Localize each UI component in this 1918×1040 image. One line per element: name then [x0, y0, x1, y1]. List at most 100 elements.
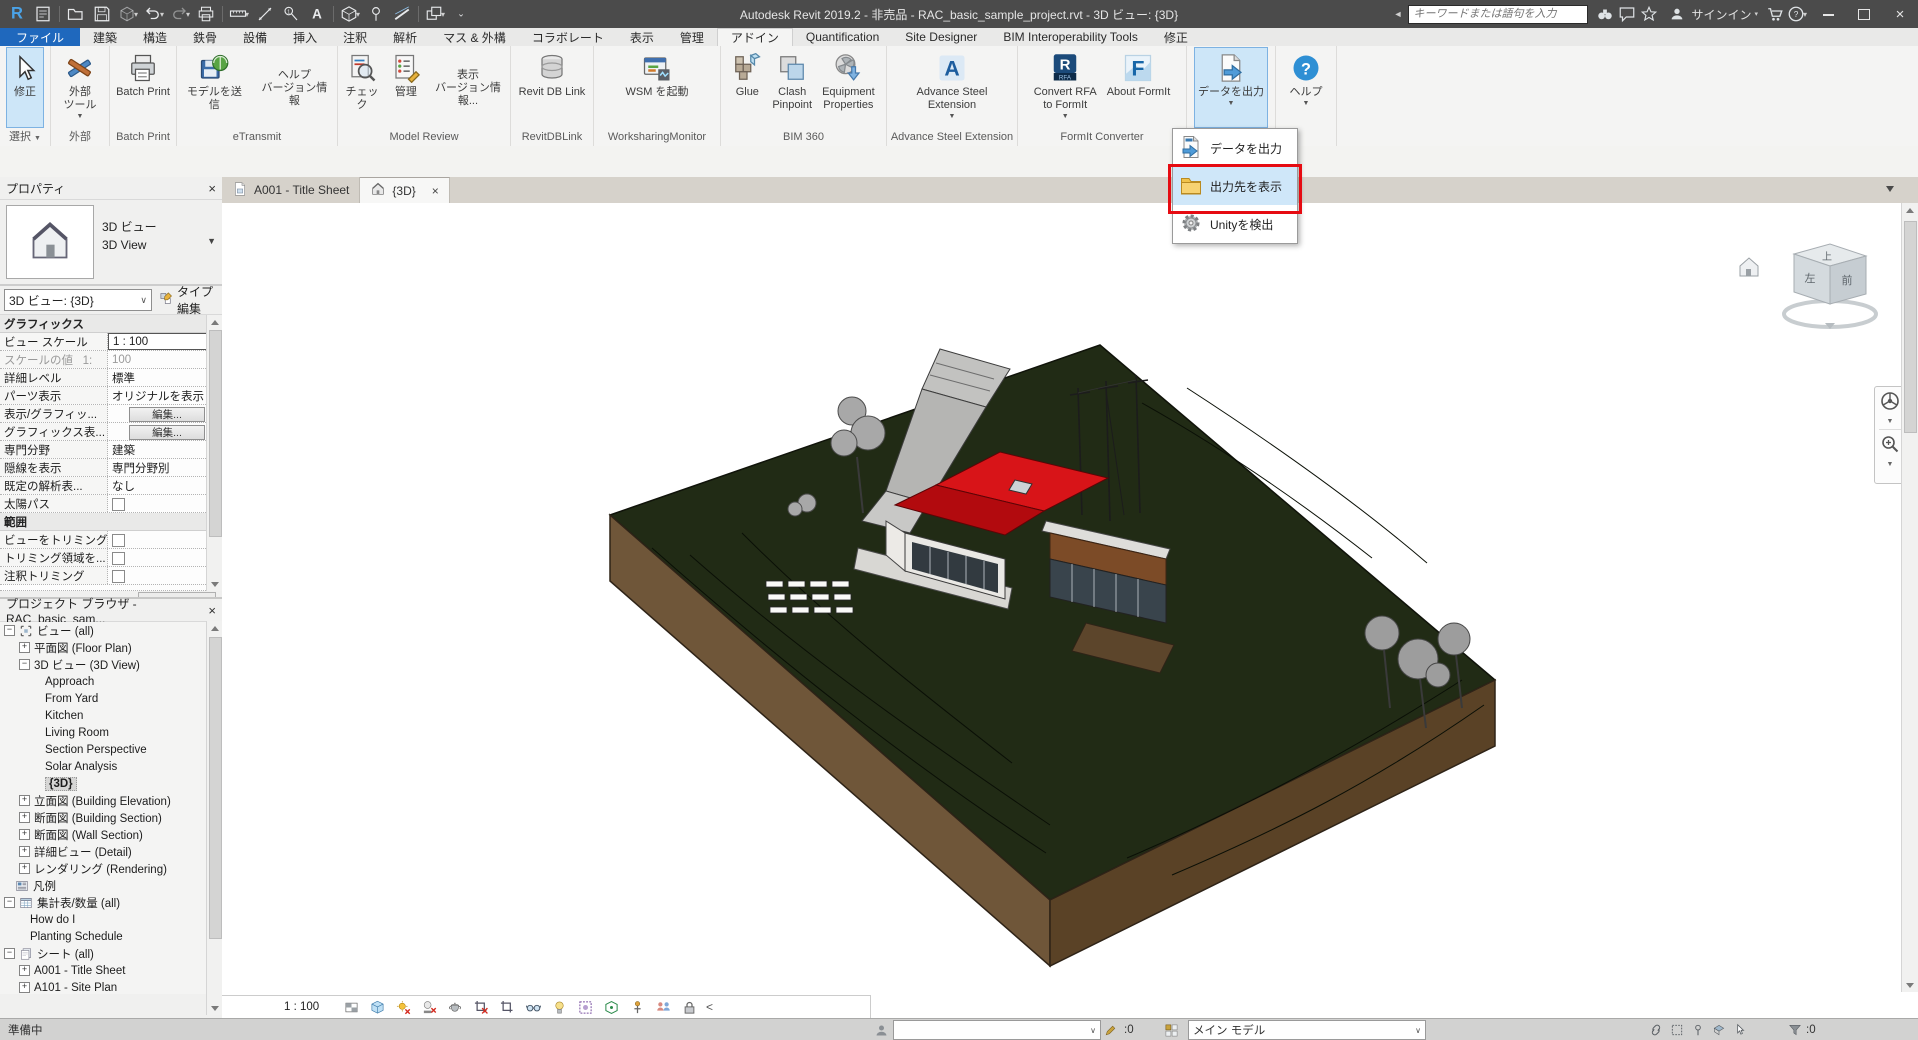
select-links-icon[interactable]	[1645, 1021, 1666, 1039]
communication-icon[interactable]	[1616, 3, 1638, 25]
ribbon-tab-マス & 外構[interactable]: マス & 外構	[430, 28, 519, 46]
project-browser-close-icon[interactable]: ×	[208, 603, 216, 618]
chevron-down-icon[interactable]: ▼	[1887, 418, 1894, 425]
property-value[interactable]: 標準	[108, 369, 222, 386]
help-menu-icon[interactable]: ?▾	[1786, 3, 1808, 25]
collapse-icon[interactable]: −	[4, 948, 15, 959]
property-value[interactable]: 建築	[108, 441, 222, 458]
ribbon-tab-建築[interactable]: 建築	[80, 28, 130, 46]
tab-close-icon[interactable]: ×	[432, 184, 439, 198]
aligned-dimension-icon[interactable]	[253, 2, 277, 26]
tree-item-Planting Schedule[interactable]: Planting Schedule	[0, 928, 222, 945]
type-selector[interactable]: 3D ビュー 3D View ▼	[0, 200, 222, 286]
collapse-icon[interactable]: −	[4, 625, 15, 636]
view-scale-button[interactable]: 1 : 100	[284, 1001, 338, 1013]
ribbon-button-Convert-RFA-to-FormIt[interactable]: RRFAConvert RFA to FormIt▼	[1030, 47, 1101, 128]
view-tab-{3D}[interactable]: {3D}×	[360, 177, 449, 203]
ribbon-tab-構造[interactable]: 構造	[130, 28, 180, 46]
expand-icon[interactable]: +	[19, 965, 30, 976]
revit-r-icon[interactable]: R	[5, 2, 29, 26]
tree-item-断面図 (Wall Section)[interactable]: +断面図 (Wall Section)	[0, 826, 222, 843]
ribbon-button-Glue[interactable]: Glue	[728, 47, 766, 128]
property-value[interactable]: なし	[108, 477, 222, 494]
ribbon-button-Revit-DB-Link[interactable]: Revit DB Link	[515, 47, 590, 128]
crop-region-icon[interactable]	[494, 997, 520, 1017]
ribbon-panel-caption[interactable]: BIM 360	[721, 129, 886, 145]
tree-item-Solar Analysis[interactable]: Solar Analysis	[0, 758, 222, 775]
ribbon-tab-表示[interactable]: 表示	[617, 28, 667, 46]
property-section-グラフィックス[interactable]: グラフィックス⌃	[0, 315, 222, 333]
tree-item-How do I[interactable]: How do I	[0, 911, 222, 928]
search-input[interactable]	[1408, 5, 1588, 24]
expand-icon[interactable]: +	[19, 863, 30, 874]
tree-item-詳細ビュー (Detail)[interactable]: +詳細ビュー (Detail)	[0, 843, 222, 860]
tree-item-{3D}[interactable]: {3D}	[0, 775, 222, 792]
ribbon-tab-管理[interactable]: 管理	[667, 28, 717, 46]
tree-item-Kitchen[interactable]: Kitchen	[0, 707, 222, 724]
temporary-view-properties-icon[interactable]	[572, 997, 598, 1017]
crop-view-icon[interactable]	[468, 997, 494, 1017]
app-store-cart-icon[interactable]	[1764, 3, 1786, 25]
checkbox-unchecked[interactable]	[112, 498, 125, 511]
property-value[interactable]: 100	[108, 351, 222, 368]
property-value-input[interactable]: 1 : 100	[108, 333, 222, 350]
ribbon-tab-アドイン[interactable]: アドイン	[717, 28, 793, 46]
expand-icon[interactable]: +	[19, 846, 30, 857]
ribbon-button-Advance-Steel-Extension[interactable]: AAdvance Steel Extension▼	[913, 47, 992, 128]
ribbon-button-管理[interactable]: 管理	[387, 47, 425, 128]
ribbon-panel-caption[interactable]: 外部	[51, 129, 109, 145]
ribbon-tab-Quantification[interactable]: Quantification	[793, 28, 892, 46]
instance-filter-combo[interactable]: 3D ビュー: {3D} ∨	[4, 289, 152, 311]
drag-on-selection-icon[interactable]	[1729, 1021, 1750, 1039]
design-options-combo[interactable]: メイン モデル∨	[1188, 1020, 1426, 1040]
ribbon-button-モデルを送信[interactable]: モデルを送信	[178, 47, 251, 128]
ribbon-tab-修正[interactable]: 修正	[1151, 28, 1201, 46]
open-folder-icon[interactable]	[64, 2, 88, 26]
close-button[interactable]: ×	[1882, 0, 1918, 28]
type-selector-dropdown-icon[interactable]: ▼	[207, 236, 216, 246]
ribbon-tab-BIM Interoperability Tools[interactable]: BIM Interoperability Tools	[990, 28, 1151, 46]
maximize-button[interactable]	[1846, 0, 1882, 28]
ribbon-button-ヘルプ-バージョン情報[interactable]: ヘルプ バージョン情報	[253, 47, 336, 128]
save-icon[interactable]	[90, 2, 114, 26]
text-a-icon[interactable]: A	[305, 2, 329, 26]
ribbon-panel-caption[interactable]: RevitDBLink	[511, 129, 593, 145]
ribbon-panel-caption[interactable]: FormIt Converter	[1018, 129, 1186, 145]
tree-item-From Yard[interactable]: From Yard	[0, 690, 222, 707]
edit-button[interactable]: 編集...	[129, 425, 205, 440]
expand-icon[interactable]: +	[19, 795, 30, 806]
ribbon-button-Equipment-Properties[interactable]: Equipment Properties	[818, 47, 879, 128]
measure-icon[interactable]: ▾	[227, 2, 251, 26]
ribbon-tab-解析[interactable]: 解析	[380, 28, 430, 46]
edit-type-button[interactable]: タイプ編集	[156, 289, 218, 311]
ribbon-tab-コラボレート[interactable]: コラボレート	[519, 28, 617, 46]
steering-wheel-icon[interactable]	[1880, 391, 1900, 414]
tree-item-Section Perspective[interactable]: Section Perspective	[0, 741, 222, 758]
ribbon-panel-caption[interactable]: eTransmit	[177, 129, 337, 145]
ribbon-button-チェック[interactable]: チェック	[339, 47, 385, 128]
shadows-icon[interactable]	[416, 997, 442, 1017]
collapse-icon[interactable]: <	[706, 1000, 713, 1014]
checkbox-unchecked[interactable]	[112, 570, 125, 583]
ribbon-button-修正[interactable]: 修正	[6, 47, 44, 128]
filter-icon[interactable]	[1788, 1019, 1802, 1040]
ribbon-panel-caption[interactable]: WorksharingMonitor	[594, 129, 720, 145]
menu-item-データを出力[interactable]: データを出力	[1173, 129, 1297, 167]
zoom-icon[interactable]	[1880, 434, 1900, 457]
ribbon-button-Clash-Pinpoint[interactable]: Clash Pinpoint	[768, 47, 816, 128]
tree-item-凡例[interactable]: 凡例	[0, 877, 222, 894]
checkbox-unchecked[interactable]	[112, 534, 125, 547]
ribbon-tab-挿入[interactable]: 挿入	[280, 28, 330, 46]
tree-item-平面図 (Floor Plan)[interactable]: +平面図 (Floor Plan)	[0, 639, 222, 656]
tree-item-断面図 (Building Section)[interactable]: +断面図 (Building Section)	[0, 809, 222, 826]
visual-style-icon[interactable]	[364, 997, 390, 1017]
ribbon-tab-Site Designer[interactable]: Site Designer	[892, 28, 990, 46]
sync-icon[interactable]: ▾	[116, 2, 140, 26]
3d-model-view[interactable]	[222, 203, 1918, 1018]
select-underlay-icon[interactable]	[1666, 1021, 1687, 1039]
edit-button[interactable]: 編集...	[129, 407, 205, 422]
tree-item-集計表/数量 (all)[interactable]: −集計表/数量 (all)	[0, 894, 222, 911]
customize-icon[interactable]: ⌄	[449, 2, 473, 26]
select-pinned-icon[interactable]	[1687, 1021, 1708, 1039]
worksets-combo[interactable]: ∨	[893, 1020, 1101, 1040]
